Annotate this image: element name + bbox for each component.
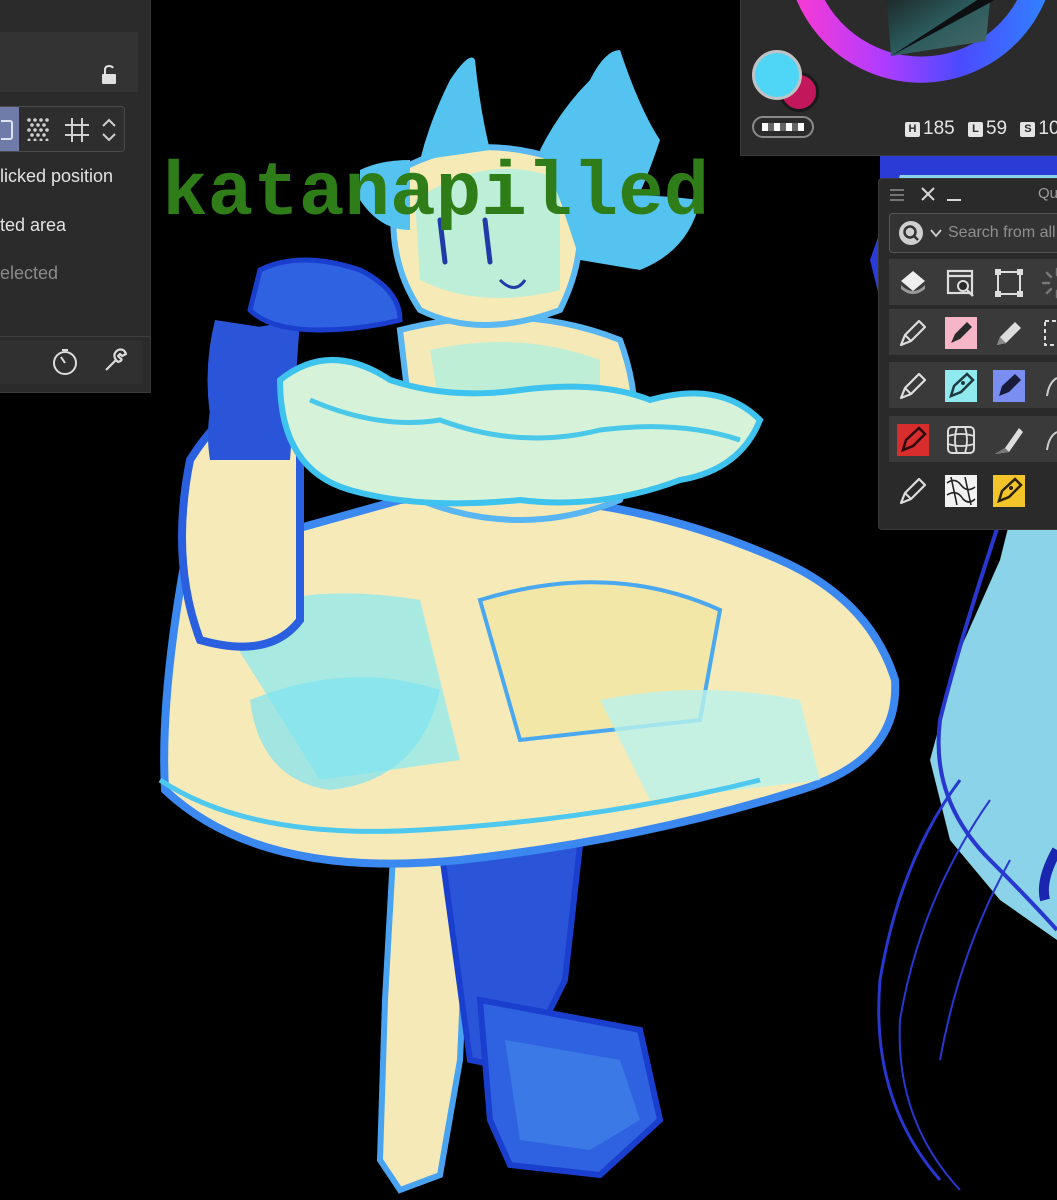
bell-brush-button-2[interactable]	[1039, 422, 1057, 458]
wrench-icon[interactable]	[102, 346, 130, 374]
pen-brush-button[interactable]	[895, 473, 931, 509]
panel-title: Qu	[1038, 185, 1057, 202]
fill-tool-button[interactable]	[895, 265, 931, 301]
transparent-color-button[interactable]	[752, 116, 814, 138]
menu-icon[interactable]	[889, 187, 905, 203]
main-color-swatch[interactable]	[752, 50, 802, 100]
manga-texture-icon	[945, 475, 977, 507]
option-selected-area[interactable]: ted area	[0, 215, 66, 236]
spinner-icon	[1041, 267, 1057, 299]
grid-icon[interactable]	[64, 117, 90, 143]
pen-brush-button[interactable]	[895, 315, 931, 351]
tool-property-panel: licked position ted area elected	[0, 0, 151, 393]
dashed-rect-icon	[1044, 320, 1057, 346]
color-wheel-panel: H 185 L 59 S 10	[740, 0, 1057, 156]
quick-access-panel: Qu	[878, 178, 1057, 530]
pen-icon	[899, 477, 927, 505]
close-icon[interactable]	[919, 185, 937, 203]
perspective-ruler-button[interactable]	[943, 422, 979, 458]
minimize-icon[interactable]	[945, 185, 963, 203]
mode-rectangle-button[interactable]	[0, 107, 19, 151]
quick-access-row	[889, 259, 1057, 305]
search-input[interactable]	[948, 222, 1057, 244]
quick-access-row	[889, 309, 1057, 355]
pink-pen-brush-button[interactable]	[943, 315, 979, 351]
pen-icon	[899, 319, 927, 347]
area-mode-selector	[0, 106, 125, 152]
search-box[interactable]	[889, 213, 1057, 253]
lightness-badge: L	[967, 122, 983, 137]
manga-texture-button[interactable]	[943, 473, 979, 509]
perspective-grid-icon	[947, 426, 975, 454]
pink-pen-icon	[945, 317, 977, 349]
cyan-nib-icon	[945, 370, 977, 402]
hls-readout: H 185 L 59 S 10	[905, 118, 1057, 140]
blend-brush-button[interactable]	[991, 422, 1027, 458]
yellow-nib-icon	[993, 475, 1025, 507]
fill-icon	[901, 271, 925, 294]
saturation-badge: S	[1020, 122, 1036, 137]
pen-icon	[899, 372, 927, 400]
transform-tool-button[interactable]	[991, 265, 1027, 301]
saturation-value[interactable]: 10	[1038, 118, 1057, 139]
selection-rect-button[interactable]	[1039, 315, 1057, 351]
option-clicked-position[interactable]: licked position	[0, 166, 113, 187]
timer-icon[interactable]	[52, 348, 78, 376]
quick-access-row	[889, 416, 1057, 462]
marker-brush-button[interactable]	[991, 315, 1027, 351]
blend-brush-icon	[995, 428, 1023, 454]
option-selected-disabled: elected	[0, 263, 59, 283]
lock-icon[interactable]	[98, 64, 120, 86]
hue-badge: H	[905, 122, 920, 137]
cyan-nib-brush-button[interactable]	[943, 368, 979, 404]
bell-icon	[1046, 431, 1057, 451]
window-search-icon	[946, 269, 974, 297]
hue-value[interactable]: 185	[923, 118, 955, 139]
loading-tool-button[interactable]	[1039, 265, 1057, 301]
bell-icon	[1046, 377, 1057, 397]
up-down-chevron-icon[interactable]	[100, 115, 118, 145]
object-select-button[interactable]	[943, 265, 979, 301]
panel-divider	[0, 336, 150, 337]
lightness-value[interactable]: 59	[986, 118, 1007, 139]
watermark-text: katanapilled	[162, 151, 709, 237]
quick-access-row	[889, 362, 1057, 408]
dots-pattern-icon[interactable]	[26, 117, 50, 141]
search-icon	[899, 221, 923, 245]
yellow-nib-brush-button[interactable]	[991, 473, 1027, 509]
red-nib-brush-button[interactable]	[895, 422, 931, 458]
bell-brush-button[interactable]	[1039, 368, 1057, 404]
red-nib-icon	[897, 424, 929, 456]
blue-nib-brush-button[interactable]	[991, 368, 1027, 404]
pen-brush-button[interactable]	[895, 368, 931, 404]
marker-icon	[997, 322, 1021, 345]
transform-box-icon	[995, 269, 1023, 297]
chevron-down-icon[interactable]	[930, 228, 942, 238]
quick-access-row	[889, 467, 1057, 513]
blue-nib-icon	[993, 370, 1025, 402]
